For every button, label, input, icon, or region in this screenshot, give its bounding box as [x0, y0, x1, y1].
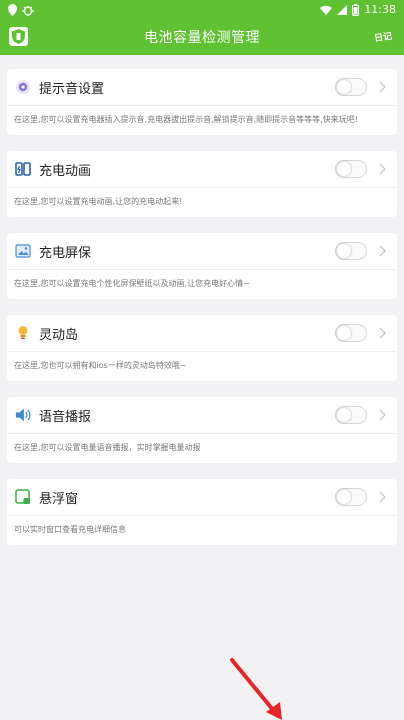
setting-card-voice: 语音播报 在这里,您可以设置电量语音播报，实时掌握电量动报 [7, 397, 397, 463]
setting-row-animation[interactable]: 充电动画 [7, 151, 397, 188]
chevron-right-icon [379, 490, 389, 504]
setting-description: 在这里,您也可以拥有和ios一样的灵动岛特效哦~ [14, 361, 187, 370]
app-logo-icon [9, 27, 28, 46]
setting-description: 可以实时窗口查看充电详细信息 [14, 525, 126, 534]
setting-row-dynamic-island[interactable]: 灵动岛 [7, 315, 397, 352]
sound-setting-icon [15, 79, 31, 95]
status-bar: 11:38 [0, 0, 404, 19]
chevron-right-icon [379, 80, 389, 94]
setting-row-screensaver[interactable]: 充电屏保 [7, 233, 397, 270]
charging-screensaver-icon [15, 243, 31, 259]
setting-description: 在这里,您可以设置充电个性化屏保壁纸以及动画,让您充电好心情~ [14, 279, 250, 288]
setting-row-sound[interactable]: 提示音设置 [7, 69, 397, 106]
dynamic-island-toggle[interactable] [335, 324, 367, 342]
diary-button[interactable]: 日记 [373, 29, 393, 44]
page-title: 电池容量检测管理 [144, 30, 260, 46]
charging-animation-icon [15, 161, 31, 177]
chevron-right-icon [379, 162, 389, 176]
setting-title: 提示音设置 [39, 81, 105, 97]
app-bar: 电池容量检测管理 日记 [0, 19, 404, 55]
setting-title: 语音播报 [39, 409, 92, 425]
setting-card-animation: 充电动画 在这里,您可以设置充电动画,让您的充电动起来! [7, 151, 397, 217]
bug-icon [22, 5, 34, 16]
dynamic-island-icon [15, 325, 31, 341]
setting-description: 在这里,您可以设置充电器插入提示音,充电器拔出提示音,解锁提示音,随即提示音等等… [14, 115, 358, 124]
settings-list: 提示音设置 在这里,您可以设置充电器插入提示音,充电器拔出提示音,解锁提示音,随… [0, 55, 404, 545]
setting-card-sound: 提示音设置 在这里,您可以设置充电器插入提示音,充电器拔出提示音,解锁提示音,随… [7, 69, 397, 135]
floating-window-toggle[interactable] [335, 488, 367, 506]
setting-description: 在这里,您可以设置电量语音播报，实时掌握电量动报 [14, 443, 201, 452]
battery-icon [352, 3, 360, 16]
screensaver-toggle[interactable] [335, 242, 367, 260]
setting-row-voice[interactable]: 语音播报 [7, 397, 397, 434]
voice-broadcast-icon [15, 407, 31, 423]
setting-row-floating-window[interactable]: 悬浮窗 [7, 479, 397, 516]
red-arrow-icon [230, 658, 282, 720]
wifi-icon [320, 5, 333, 15]
setting-card-floating-window: 悬浮窗 可以实时窗口查看充电详细信息 [7, 479, 397, 545]
setting-card-screensaver: 充电屏保 在这里,您可以设置充电个性化屏保壁纸以及动画,让您充电好心情~ [7, 233, 397, 299]
chevron-right-icon [379, 408, 389, 422]
sound-toggle[interactable] [335, 78, 367, 96]
signal-icon [337, 4, 348, 15]
status-time: 11:38 [364, 3, 396, 16]
setting-card-dynamic-island: 灵动岛 在这里,您也可以拥有和ios一样的灵动岛特效哦~ [7, 315, 397, 381]
location-icon [8, 3, 17, 16]
floating-window-icon [15, 489, 31, 505]
voice-toggle[interactable] [335, 406, 367, 424]
chevron-right-icon [379, 244, 389, 258]
setting-title: 悬浮窗 [39, 491, 79, 507]
setting-title: 充电动画 [39, 163, 92, 179]
animation-toggle[interactable] [335, 160, 367, 178]
setting-title: 充电屏保 [39, 245, 92, 261]
chevron-right-icon [379, 326, 389, 340]
setting-description: 在这里,您可以设置充电动画,让您的充电动起来! [14, 197, 183, 206]
setting-title: 灵动岛 [39, 327, 79, 343]
